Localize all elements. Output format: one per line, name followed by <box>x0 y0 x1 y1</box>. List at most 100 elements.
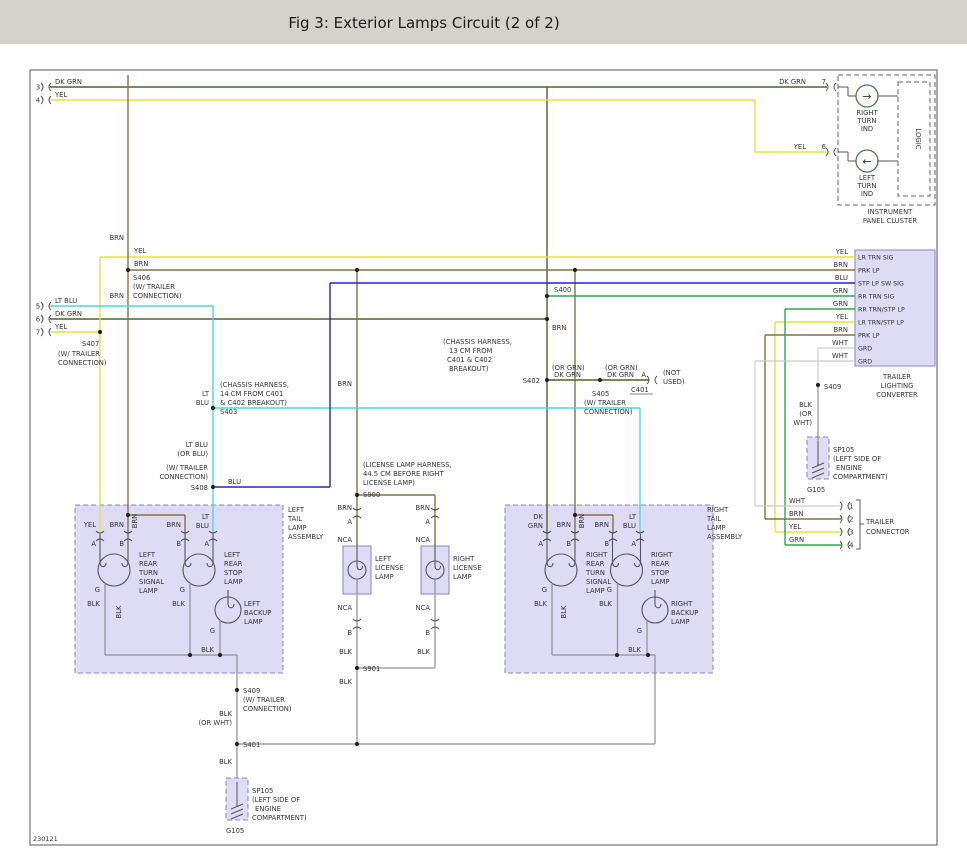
wire-color-label: BLU <box>196 399 209 407</box>
splice-dot <box>126 513 130 517</box>
right-rear-stop-lamp-caption: RIGHT <box>651 551 673 559</box>
ground-label: G105 <box>226 827 244 835</box>
wire-color-label: BRN <box>110 521 124 529</box>
right-tail-lamp-caption: ASSEMBLY <box>707 533 743 541</box>
splice-label: S400 <box>554 286 571 294</box>
wire-color-label: BRN <box>131 514 139 528</box>
diagram-border <box>30 70 937 845</box>
converter-pin-label: STP LP SW SIG <box>858 281 904 288</box>
wire-color-label: BRN <box>416 504 430 512</box>
left-backup-lamp-caption: LAMP <box>244 618 263 626</box>
note-line: ENGINE <box>255 805 281 813</box>
splice-dot <box>211 485 215 489</box>
splice-dot <box>126 268 130 272</box>
wire-color-label: GRN <box>833 300 848 308</box>
right-tail-lamp-caption: LAMP <box>707 524 726 532</box>
splice-dot <box>816 383 820 387</box>
wire-color-label: BRN <box>167 521 181 529</box>
drawing-number: 230121 <box>33 835 58 843</box>
note-line: 14 CM FROM C401 <box>220 390 283 398</box>
left-rear-stop-lamp-caption: LEFT <box>224 551 241 559</box>
terminal-label: G <box>180 586 185 594</box>
right-backup-lamp-caption: RIGHT <box>671 600 693 608</box>
converter-pin-label: RR TRN/STP LP <box>858 307 905 314</box>
splice-dot <box>355 742 359 746</box>
splice-label: S402 <box>523 377 540 385</box>
converter-pin-label: GRD <box>858 359 872 366</box>
wire-color-label: GRN <box>789 536 804 544</box>
splice-label: S901 <box>363 665 380 673</box>
right-turn-indicator-label: TURN <box>857 117 877 125</box>
left-tail-lamp-caption: LAMP <box>288 524 307 532</box>
terminal-label: B <box>347 629 352 637</box>
note-line: (W/ TRAILER <box>133 283 175 291</box>
wire-color-label: BLU <box>196 522 209 530</box>
right-rear-turn-signal-lamp-caption: REAR <box>586 560 605 568</box>
wire-color-label: DK GRN <box>607 371 634 379</box>
wire-color-label: WHT <box>789 497 806 505</box>
wire-color-label: DK GRN <box>55 310 82 318</box>
note-line: (CHASSIS HARNESS, <box>220 381 289 389</box>
left-license-lamp-caption: LICENSE <box>375 564 404 572</box>
splice-label: S409 <box>824 383 841 391</box>
wire-color-label: BLK <box>201 646 214 654</box>
terminal-label: B <box>566 540 571 548</box>
note-line: ENGINE <box>836 464 862 472</box>
wire-color-label: BRN <box>834 261 848 269</box>
wire-color-label: BRN <box>134 260 148 268</box>
left-tail-lamp-caption: ASSEMBLY <box>288 533 324 541</box>
wire-color-label: BLK <box>560 605 568 618</box>
right-backup-lamp-caption: BACKUP <box>671 609 698 617</box>
note-line: (W/ TRAILER <box>58 350 100 358</box>
splice-dot <box>355 666 359 670</box>
left-rear-stop-lamp-caption: STOP <box>224 569 242 577</box>
terminal-label: B <box>425 629 430 637</box>
splice-label: S407 <box>82 340 99 348</box>
right-rear-stop-lamp-caption: REAR <box>651 560 670 568</box>
note-line: (W/ TRAILER <box>243 696 285 704</box>
right-license-lamp-caption: RIGHT <box>453 555 475 563</box>
wire-color-label: BLK <box>628 646 641 654</box>
terminal-label: A <box>204 540 209 548</box>
left-rear-stop-lamp-caption: LAMP <box>224 578 243 586</box>
terminal-label: G <box>607 586 612 594</box>
converter-pin-label: PRK LP <box>858 333 880 340</box>
splice-dot <box>355 493 359 497</box>
splice-dot <box>615 653 619 657</box>
converter-caption: LIGHTING <box>881 382 914 390</box>
note-line: LICENSE LAMP) <box>363 479 415 487</box>
wire-color-label: BRN <box>595 521 609 529</box>
splice-label: S403 <box>220 408 237 416</box>
wire-color-label: BLK <box>339 648 352 656</box>
right-rear-turn-signal-lamp-caption: TURN <box>585 569 605 577</box>
wire-color-label: DK <box>533 513 543 521</box>
wire-color-label: BRN <box>557 521 571 529</box>
wire-color-label: BRN <box>789 510 803 518</box>
right-rear-stop-lamp-caption: STOP <box>651 569 669 577</box>
left-turn-indicator-label: IND <box>861 190 873 198</box>
wire-color-label: LT <box>202 390 210 398</box>
trailer-connector-caption: CONNECTOR <box>866 528 910 536</box>
splice-dot <box>545 378 549 382</box>
note-line: & C402 BREAKOUT) <box>220 399 287 407</box>
trailer-pin-number: 1 <box>849 503 853 511</box>
left-rear-turn-signal-lamp-caption: LEFT <box>139 551 156 559</box>
right-turn-indicator-arrow: → <box>862 90 871 103</box>
splice-dot <box>598 378 602 382</box>
note-line: CONNECTION) <box>133 292 182 300</box>
diagram-frame: 230121 <box>30 70 937 845</box>
wire-color-label: LT <box>202 513 210 521</box>
wire-color-label: NCA <box>338 604 353 612</box>
wire-color-label: GRN <box>528 522 543 530</box>
note-line: (W/ TRAILER <box>584 399 626 407</box>
splice-label: S900 <box>363 491 380 499</box>
wire-color-label: YEL <box>54 91 67 99</box>
converter-pin-label: RR TRN SIG <box>858 294 895 301</box>
note-line: CONNECTION) <box>243 705 292 713</box>
logic-label: LOGIC <box>914 129 922 150</box>
edge-pin-number: 6 <box>36 316 41 324</box>
note-line: CONNECTION) <box>58 359 107 367</box>
wire-color-label: BLU <box>623 522 636 530</box>
splice-dot <box>235 742 239 746</box>
left-turn-indicator-arrow: ← <box>862 155 871 168</box>
